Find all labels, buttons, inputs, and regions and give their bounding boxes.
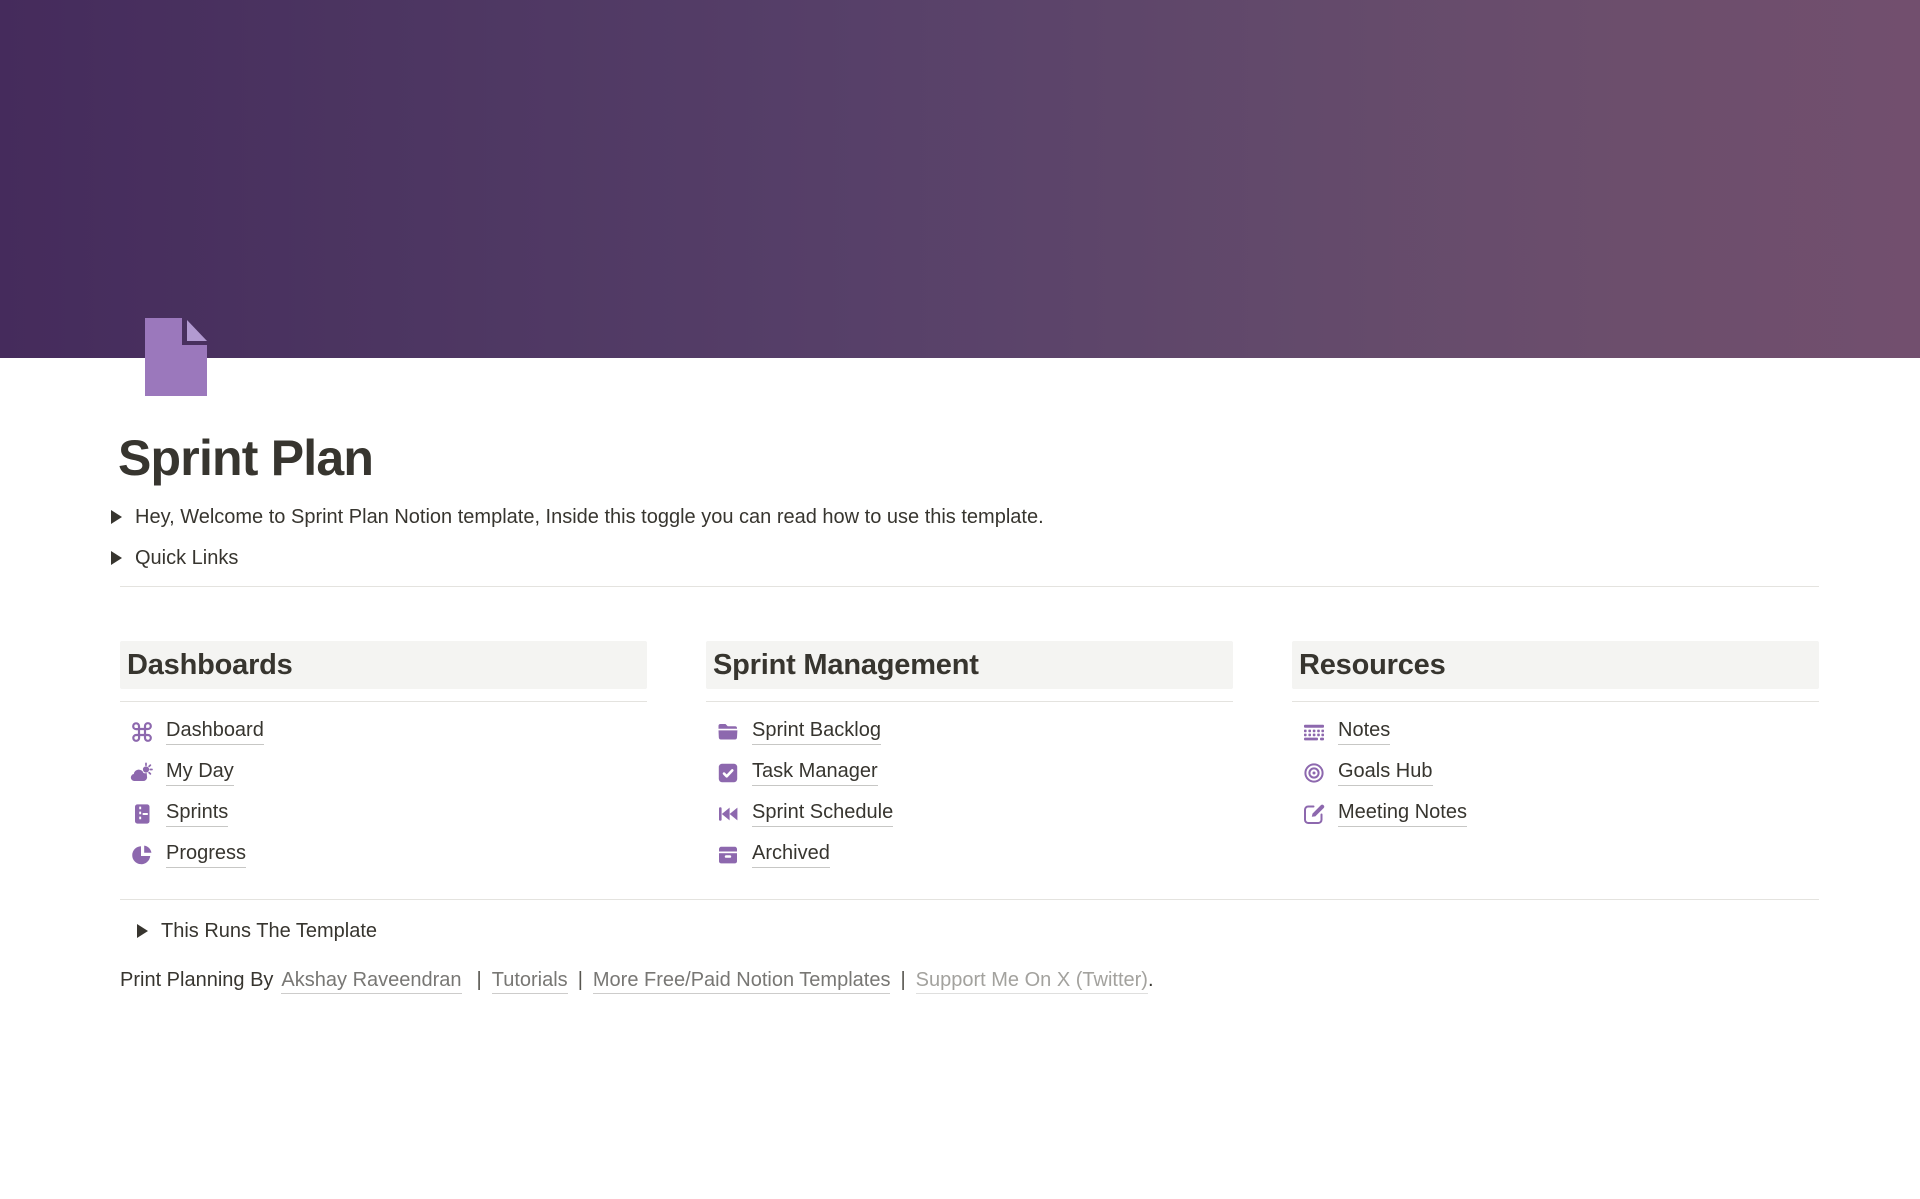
rewind-icon [716, 802, 740, 826]
page-link-meeting-notes[interactable]: Meeting Notes [1292, 793, 1819, 834]
column-dashboards: Dashboards Dashboard [120, 641, 647, 875]
column-header: Sprint Management [706, 641, 1233, 689]
footer-separator: | [578, 969, 583, 991]
footer-link-tutorials[interactable]: Tutorials [492, 969, 568, 994]
page-link-label[interactable]: Archived [752, 841, 830, 868]
page-link-label[interactable]: Sprints [166, 800, 228, 827]
footer-credits: Print Planning By Akshay Raveendran | Tutor… [120, 967, 1819, 993]
page-link-sprint-schedule[interactable]: Sprint Schedule [706, 793, 1233, 834]
page-link-my-day[interactable]: My Day [120, 752, 647, 793]
footer-link-more-templates[interactable]: More Free/Paid Notion Templates [593, 969, 891, 994]
footer-separator: | [477, 969, 482, 991]
page-link-label[interactable]: Goals Hub [1338, 759, 1433, 786]
toggle-arrow-icon[interactable] [111, 510, 122, 524]
column-divider [706, 701, 1233, 702]
column-header: Resources [1292, 641, 1819, 689]
toggle-welcome-label: Hey, Welcome to Sprint Plan Notion templ… [135, 504, 1044, 530]
page-link-label[interactable]: Sprint Backlog [752, 718, 881, 745]
divider [120, 899, 1819, 900]
footer-separator: | [900, 969, 905, 991]
column-sprint-management: Sprint Management Sprint Backlog [706, 641, 1233, 875]
toggle-quick-links[interactable]: Quick Links [111, 537, 1819, 578]
page-link-sprints[interactable]: Sprints [120, 793, 647, 834]
page-link-dashboard[interactable]: Dashboard [120, 711, 647, 752]
page-link-label[interactable]: Task Manager [752, 759, 878, 786]
pie-chart-icon [130, 843, 154, 867]
toggle-runs-template[interactable]: This Runs The Template [137, 910, 1819, 951]
page-link-task-manager[interactable]: Task Manager [706, 752, 1233, 793]
page-link-goals-hub[interactable]: Goals Hub [1292, 752, 1819, 793]
journal-page-icon [130, 802, 154, 826]
page-content: Sprint Plan Hey, Welcome to Sprint Plan … [120, 0, 1819, 993]
footer-suffix: . [1148, 969, 1154, 991]
target-icon [1302, 761, 1326, 785]
keyboard-icon [1302, 720, 1326, 744]
footer-link-author[interactable]: Akshay Raveendran [281, 969, 461, 994]
open-folder-icon [716, 720, 740, 744]
column-divider [120, 701, 647, 702]
page-title: Sprint Plan [118, 428, 1819, 488]
page-link-archived[interactable]: Archived [706, 834, 1233, 875]
page-link-label[interactable]: Dashboard [166, 718, 264, 745]
archive-box-icon [716, 843, 740, 867]
page-link-label[interactable]: My Day [166, 759, 234, 786]
toggle-runs-template-label: This Runs The Template [161, 918, 377, 944]
page-link-label[interactable]: Notes [1338, 718, 1390, 745]
sun-behind-cloud-icon [130, 761, 154, 785]
footer-prefix: Print Planning By [120, 969, 273, 991]
column-header: Dashboards [120, 641, 647, 689]
toggle-welcome[interactable]: Hey, Welcome to Sprint Plan Notion templ… [111, 496, 1819, 537]
toggle-arrow-icon[interactable] [111, 551, 122, 565]
page-link-sprint-backlog[interactable]: Sprint Backlog [706, 711, 1233, 752]
edit-pencil-icon [1302, 802, 1326, 826]
footer-link-support-x[interactable]: Support Me On X (Twitter) [916, 969, 1148, 994]
toggle-arrow-icon[interactable] [137, 924, 148, 938]
columns: Dashboards Dashboard [120, 641, 1819, 875]
link-list: Notes Goals Hub [1292, 711, 1819, 834]
column-divider [1292, 701, 1819, 702]
column-resources: Resources [1292, 641, 1819, 875]
page-link-label[interactable]: Meeting Notes [1338, 800, 1467, 827]
toggle-quick-links-label: Quick Links [135, 545, 238, 571]
command-icon [130, 720, 154, 744]
checked-checkbox-icon [716, 761, 740, 785]
page-link-notes[interactable]: Notes [1292, 711, 1819, 752]
link-list: Sprint Backlog Task Manager [706, 711, 1233, 875]
link-list: Dashboard My [120, 711, 647, 875]
page-link-progress[interactable]: Progress [120, 834, 647, 875]
page-link-label[interactable]: Progress [166, 841, 246, 868]
page-link-label[interactable]: Sprint Schedule [752, 800, 893, 827]
divider [120, 586, 1819, 587]
